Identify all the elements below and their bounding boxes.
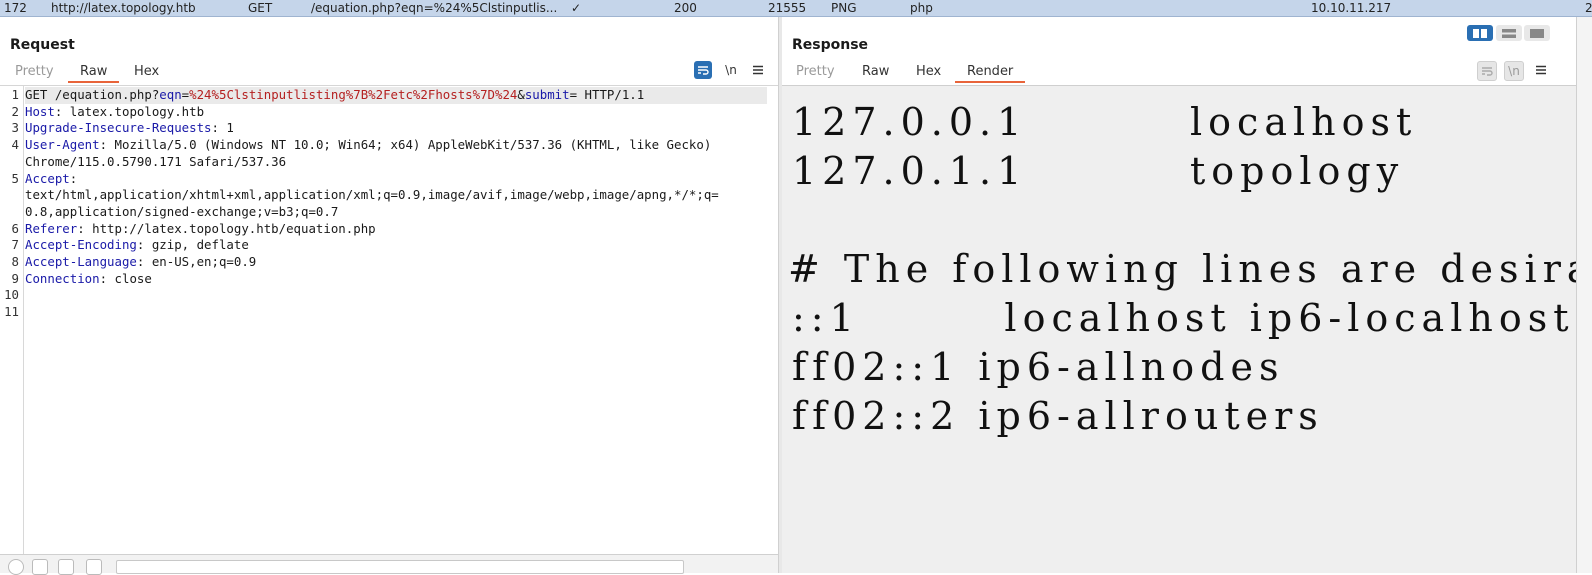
render-text-line: ff02::1 ip6-allnodes xyxy=(792,345,1285,389)
history-mime: PNG xyxy=(831,1,857,15)
response-tab-pretty[interactable]: Pretty xyxy=(796,64,835,82)
history-url: /equation.php?eqn=%24%5Clstinputlis... xyxy=(311,1,558,15)
response-tab-hex[interactable]: Hex xyxy=(916,64,941,82)
header-value: : xyxy=(69,170,78,186)
header-line-continuation: Chrome/115.0.5790.171 Safari/537.36 xyxy=(25,153,287,169)
line-number: 6 xyxy=(11,220,19,236)
header-line-continuation: text/html,application/xhtml+xml,applicat… xyxy=(25,187,719,203)
header-key: User-Agent xyxy=(25,137,100,153)
history-ip: 10.10.11.217 xyxy=(1311,1,1392,15)
line-number: 5 xyxy=(11,170,19,186)
header-line-user-agent: User-Agent: Mozilla/5.0 (Windows NT 10.0… xyxy=(25,137,767,154)
header-key: Referer xyxy=(25,220,78,236)
hamburger-menu-icon[interactable] xyxy=(1532,61,1550,79)
history-overflow: 2 xyxy=(1585,1,1592,15)
wrap-lines-icon[interactable] xyxy=(1477,61,1497,81)
request-pane: Request Pretty Raw Hex \n 1 2 3 4 5 6 7 … xyxy=(0,17,778,575)
history-length: 21555 xyxy=(768,1,807,15)
render-view: 127.0.0.1 localhost 127.0.1.1 topology #… xyxy=(782,85,1576,573)
header-line-host: Host: latex.topology.htb xyxy=(25,104,767,121)
header-value: : latex.topology.htb xyxy=(54,103,205,119)
line-number: 4 xyxy=(11,137,19,153)
header-line-continuation: 0.8,application/signed-exchange;v=b3;q=0… xyxy=(25,203,339,219)
history-host: http://latex.topology.htb xyxy=(51,1,196,15)
wrap-lines-icon[interactable] xyxy=(694,61,712,79)
history-extension: php xyxy=(910,1,933,15)
response-pane: Response Pretty Raw Hex Render \n 127.0.… xyxy=(782,17,1576,573)
request-tab-hex[interactable]: Hex xyxy=(134,64,159,82)
param-value: %24%5Clstinputlisting%7B%2Fetc%2Fhosts%7… xyxy=(189,87,518,102)
line-number: 8 xyxy=(11,254,19,269)
show-newlines-toggle[interactable]: \n xyxy=(1504,61,1524,81)
search-input[interactable] xyxy=(116,560,684,574)
history-id: 172 xyxy=(4,1,27,15)
header-value: : http://latex.topology.htb/equation.php xyxy=(77,220,376,236)
header-value: : 1 xyxy=(211,120,234,136)
ampersand: & xyxy=(517,87,525,102)
line-number: 10 xyxy=(4,287,19,303)
inspector-strip xyxy=(1576,17,1592,573)
response-title: Response xyxy=(792,37,869,53)
header-line-accept: Accept: xyxy=(25,171,767,188)
line-number: 11 xyxy=(4,304,19,320)
line-number: 3 xyxy=(11,120,19,136)
header-line-referer: Referer: http://latex.topology.htb/equat… xyxy=(25,221,767,238)
header-key: Accept xyxy=(25,170,70,186)
history-row-selected[interactable]: 172 http://latex.topology.htb GET /equat… xyxy=(0,0,1592,17)
header-key: Accept-Encoding xyxy=(25,237,137,253)
header-value: : Mozilla/5.0 (Windows NT 10.0; Win64; x… xyxy=(99,137,712,153)
request-line: GET /equation.php?eqn=%24%5Clstinputlist… xyxy=(25,87,767,104)
stacked-layout-icon[interactable] xyxy=(1496,25,1522,41)
header-value: : en-US,en;q=0.9 xyxy=(136,254,257,269)
header-line-accept-language: Accept-Language: en-US,en;q=0.9 xyxy=(25,254,767,271)
header-key: Connection xyxy=(25,270,100,286)
response-tab-render[interactable]: Render xyxy=(955,64,1026,83)
request-line-tail: = HTTP/1.1 xyxy=(569,87,645,102)
hamburger-menu-icon[interactable] xyxy=(749,61,767,79)
header-key: Upgrade-Insecure-Requests xyxy=(25,120,212,136)
request-title: Request xyxy=(10,37,75,53)
line-number: 2 xyxy=(11,103,19,119)
history-status: 200 xyxy=(674,1,697,15)
request-editor[interactable]: 1 2 3 4 5 6 7 8 9 10 11 GET /equation.ph… xyxy=(0,85,778,555)
history-method: GET xyxy=(248,1,273,15)
history-edited-check: ✓ xyxy=(571,1,582,15)
request-tab-raw[interactable]: Raw xyxy=(68,64,120,83)
render-text-line: 127.0.0.1 localhost xyxy=(792,100,1418,144)
line-number: 9 xyxy=(11,270,19,286)
header-line-accept-encoding: Accept-Encoding: gzip, deflate xyxy=(25,237,767,254)
request-line-method: GET /equation.php? xyxy=(25,87,160,102)
line-number: 7 xyxy=(11,237,19,253)
show-newlines-toggle[interactable]: \n xyxy=(722,61,740,79)
line-number-gutter: 1 2 3 4 5 6 7 8 9 10 11 xyxy=(0,86,24,555)
param-name: submit xyxy=(524,87,570,102)
render-text-line: 127.0.1.1 topology xyxy=(792,149,1405,193)
side-by-side-layout-icon[interactable] xyxy=(1467,25,1493,41)
header-value: : close xyxy=(99,270,152,286)
request-tab-pretty[interactable]: Pretty xyxy=(15,64,54,82)
render-text-line: ::1 localhost ip6-localhost ip6-loopback xyxy=(792,296,1575,340)
render-text-line: ff02::2 ip6-allrouters xyxy=(792,394,1324,438)
render-text-line: # The following lines are desirable for … xyxy=(788,247,1576,291)
header-line-upgrade: Upgrade-Insecure-Requests: 1 xyxy=(25,120,767,137)
tabbed-layout-icon[interactable] xyxy=(1524,25,1550,41)
header-key: Host xyxy=(25,103,55,119)
header-key: Accept-Language xyxy=(25,254,137,269)
header-value: : gzip, deflate xyxy=(136,237,249,253)
line-number: 1 xyxy=(11,87,19,102)
header-line-connection: Connection: close xyxy=(25,271,767,288)
param-name: eqn xyxy=(159,87,182,102)
request-search-bar xyxy=(0,554,778,575)
response-tab-raw[interactable]: Raw xyxy=(862,64,889,82)
